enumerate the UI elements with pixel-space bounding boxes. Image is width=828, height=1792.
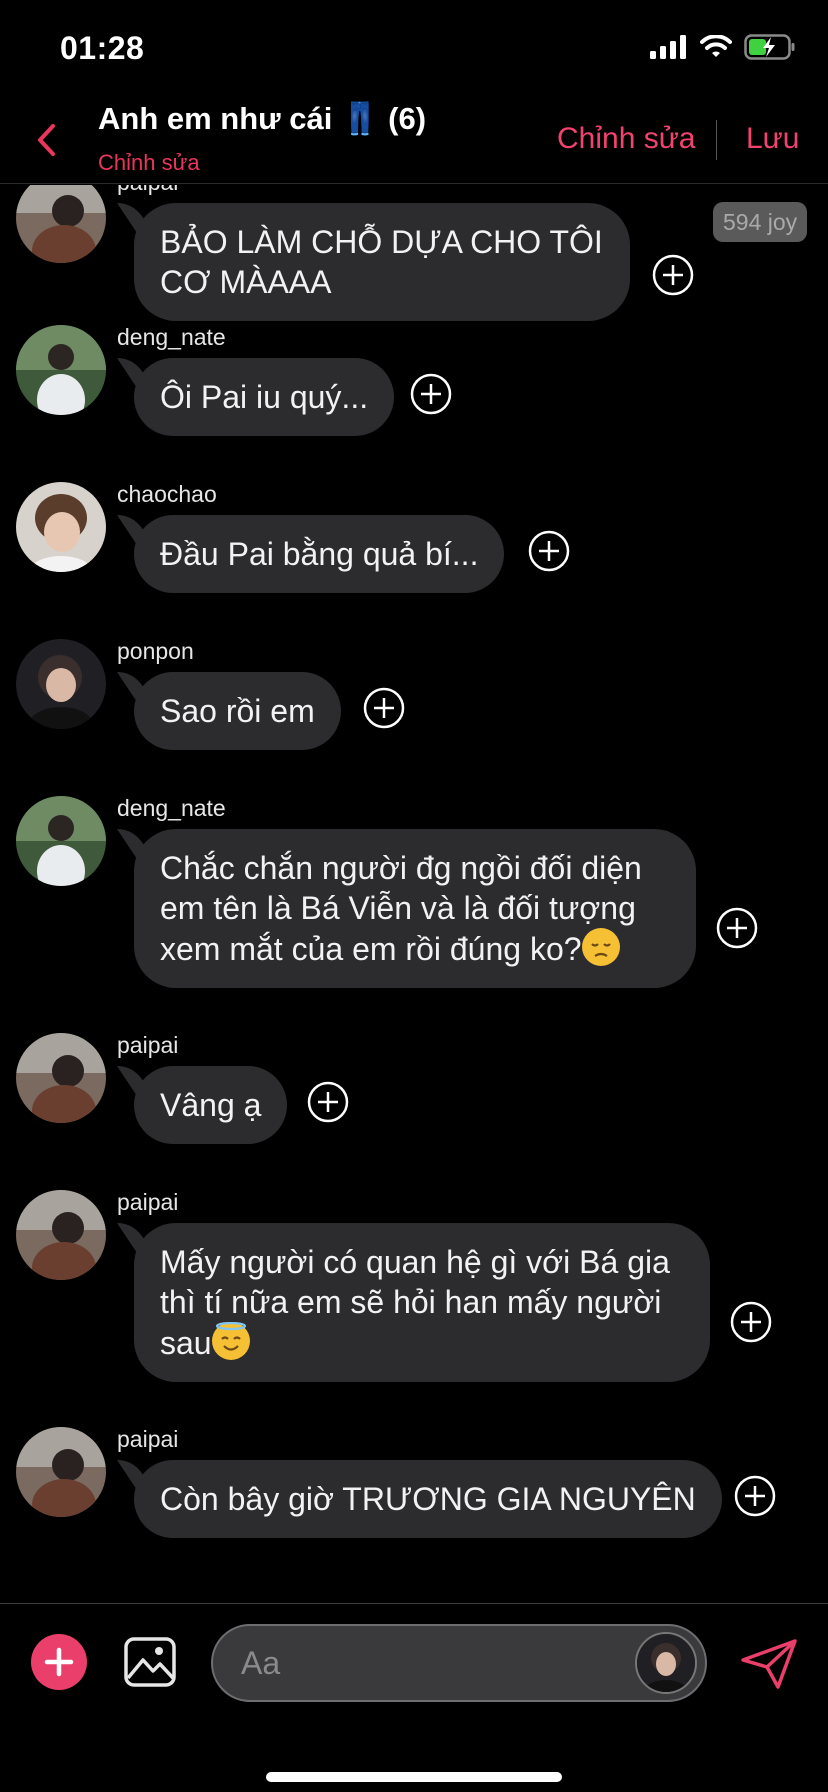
smiling-face-with-halo-emoji xyxy=(211,1321,250,1360)
message-username: deng_nate xyxy=(117,324,226,350)
header-divider xyxy=(716,120,717,160)
avatar[interactable] xyxy=(16,325,106,415)
add-reaction-button[interactable] xyxy=(307,1081,349,1123)
message-bubble[interactable]: Đầu Pai bằng quả bí... xyxy=(134,515,505,593)
add-reaction-button[interactable] xyxy=(410,373,452,415)
avatar[interactable] xyxy=(16,1190,106,1280)
save-button[interactable]: Lưu xyxy=(746,122,799,156)
wifi-icon xyxy=(700,35,732,57)
composer-bar xyxy=(0,1603,828,1792)
status-bar: 01:28 xyxy=(0,0,828,100)
joy-badge: 594 joy xyxy=(713,202,808,242)
message-text-line: em tên là Bá Viễn và là đối tượng xyxy=(160,890,636,926)
message-username: paipai xyxy=(117,1189,179,1215)
home-indicator[interactable] xyxy=(266,1772,562,1782)
message-bubble[interactable]: BẢO LÀM CHỖ DỰA CHO TÔI CƠ MÀAAA xyxy=(134,203,630,321)
disappointed-face-emoji xyxy=(581,928,620,966)
message-username: paipai xyxy=(117,1032,179,1058)
message-bubble[interactable]: Sao rồi em xyxy=(134,672,341,750)
message-bubble[interactable]: Chắc chắn người đg ngồi đối diện em tên … xyxy=(134,829,696,988)
avatar[interactable] xyxy=(16,482,106,572)
message-username: deng_nate xyxy=(117,795,226,821)
edit-button[interactable]: Chỉnh sửa xyxy=(557,122,696,156)
message-text-line: Chắc chắn người đg ngồi đối diện xyxy=(160,850,642,886)
message-list[interactable]: 594 joy paipai BẢO LÀM CHỖ DỰA CHO TÔI C… xyxy=(0,185,828,1603)
add-reaction-button[interactable] xyxy=(734,1475,776,1517)
avatar[interactable] xyxy=(16,1033,106,1123)
message-input-field[interactable] xyxy=(211,1624,707,1702)
cellular-signal-icon xyxy=(650,35,686,59)
message-bubble[interactable]: Mấy người có quan hệ gì với Bá gia thì t… xyxy=(134,1223,710,1382)
chat-header: Anh em như cái 👖 (6) Chỉnh sửa Chỉnh sửa… xyxy=(0,100,828,184)
avatar[interactable] xyxy=(16,796,106,886)
message-username: ponpon xyxy=(117,638,194,664)
message-input[interactable] xyxy=(241,1626,621,1700)
add-reaction-button[interactable] xyxy=(363,687,405,729)
message-text-line: sau xyxy=(160,1325,212,1361)
message-text-line: Vâng ạ xyxy=(160,1087,262,1123)
add-reaction-button[interactable] xyxy=(716,907,758,949)
add-reaction-button[interactable] xyxy=(528,530,570,572)
send-button[interactable] xyxy=(740,1638,798,1690)
message-bubble[interactable]: Vâng ạ xyxy=(134,1066,288,1144)
message-text-line: BẢO LÀM CHỖ DỰA CHO TÔI xyxy=(160,224,603,260)
chat-title: Anh em như cái 👖 (6) xyxy=(98,101,427,136)
message-bubble[interactable]: Còn bây giờ TRƯƠNG GIA NGUYÊN xyxy=(134,1460,722,1538)
status-icons xyxy=(650,34,796,60)
message-text-line: CƠ MÀAAA xyxy=(160,264,332,300)
message-bubble[interactable]: Ôi Pai iu quý... xyxy=(134,358,395,436)
battery-charging-icon xyxy=(744,34,795,60)
status-time: 01:28 xyxy=(60,30,145,66)
message-text-line: Mấy người có quan hệ gì với Bá gia xyxy=(160,1244,670,1280)
add-reaction-button[interactable] xyxy=(730,1301,772,1343)
chat-subtitle-edit[interactable]: Chỉnh sửa xyxy=(98,150,200,176)
message-text-line: Đầu Pai bằng quả bí... xyxy=(160,536,479,572)
message-text-line: Còn bây giờ TRƯƠNG GIA NGUYÊN xyxy=(160,1481,696,1517)
input-avatar[interactable] xyxy=(635,1632,697,1694)
message-username: chaochao xyxy=(117,481,217,507)
image-picker-button[interactable] xyxy=(123,1636,177,1688)
avatar[interactable] xyxy=(16,639,106,729)
add-reaction-button[interactable] xyxy=(652,254,694,296)
message-username: paipai xyxy=(117,1426,179,1452)
message-text-line: thì tí nữa em sẽ hỏi han mấy người xyxy=(160,1284,662,1320)
avatar[interactable] xyxy=(16,185,106,263)
message-text-line: Sao rồi em xyxy=(160,693,315,729)
message-text-line: xem mắt của em rồi đúng ko? xyxy=(160,931,582,967)
message-username: paipai xyxy=(117,185,178,196)
plus-icon xyxy=(44,1647,74,1677)
message-text-line: Ôi Pai iu quý... xyxy=(160,379,369,415)
back-button[interactable] xyxy=(28,118,68,162)
add-button[interactable] xyxy=(31,1634,87,1690)
avatar[interactable] xyxy=(16,1427,106,1517)
